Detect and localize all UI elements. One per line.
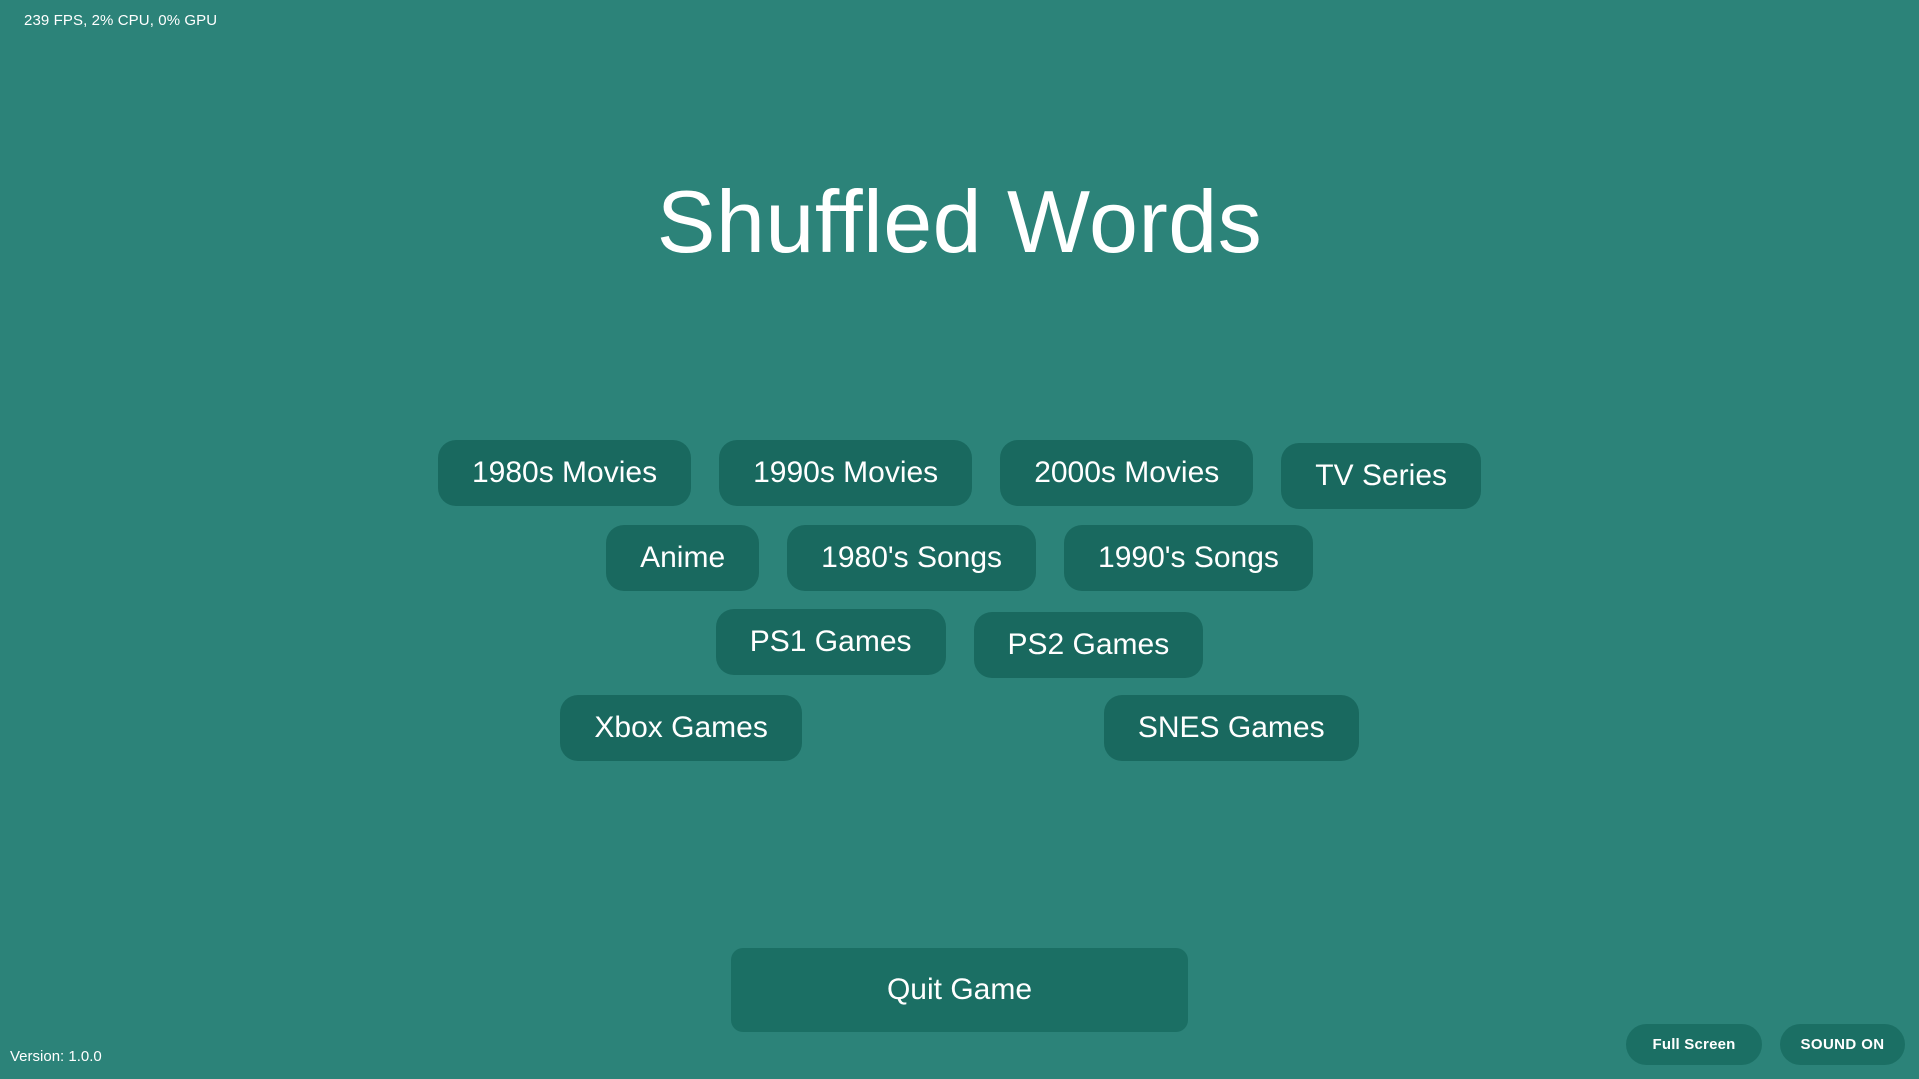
category-button-xbox-games[interactable]: Xbox Games [560,695,802,761]
category-button-grid: 1980s Movies 1990s Movies 2000s Movies T… [0,440,1919,770]
category-button-ps2-games[interactable]: PS2 Games [973,612,1204,678]
category-button-1980s-songs[interactable]: 1980's Songs [787,525,1037,591]
quit-button-container: Quit Game [0,948,1919,1032]
category-row-2: Anime 1980's Songs 1990's Songs [0,525,1919,591]
quit-game-button[interactable]: Quit Game [731,948,1188,1032]
category-row-3: PS1 Games PS2 Games [0,609,1919,678]
category-button-1980s-movies[interactable]: 1980s Movies [437,440,692,506]
page-title: Shuffled Words [656,172,1263,271]
category-button-anime[interactable]: Anime [606,525,760,591]
category-row-4: Xbox Games SNES Games [0,695,1919,761]
performance-stats-overlay: 239 FPS, 2% CPU, 0% GPU [24,12,218,29]
category-button-1990s-movies[interactable]: 1990s Movies [719,440,973,506]
category-button-1990s-songs[interactable]: 1990's Songs [1064,525,1313,591]
category-button-2000s-movies[interactable]: 2000s Movies [1000,440,1254,506]
full-screen-button[interactable]: Full Screen [1626,1024,1762,1065]
bottom-right-controls: Full Screen SOUND ON [1626,1024,1905,1065]
version-label: Version: 1.0.0 [10,1048,102,1065]
category-button-tv-series[interactable]: TV Series [1281,443,1482,509]
category-row-1: 1980s Movies 1990s Movies 2000s Movies T… [0,440,1919,509]
category-button-ps1-games[interactable]: PS1 Games [715,609,946,675]
sound-toggle-button[interactable]: SOUND ON [1780,1024,1905,1065]
game-screen: 239 FPS, 2% CPU, 0% GPU Shuffled Words 1… [0,0,1919,1079]
category-button-snes-games[interactable]: SNES Games [1103,695,1359,761]
